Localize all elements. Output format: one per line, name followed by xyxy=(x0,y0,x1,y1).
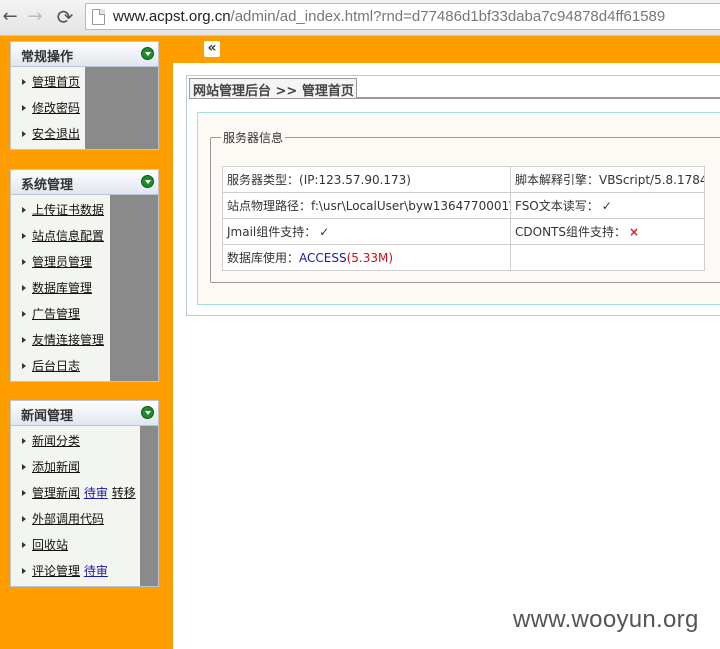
table-row: Jmail组件支持： ✓ CDONTS组件支持： × xyxy=(222,218,705,245)
page-icon xyxy=(92,9,105,25)
table-row: 数据库使用：ACCESS(5.33M) xyxy=(222,244,705,271)
collapse-icon[interactable] xyxy=(141,175,154,188)
panel-body: 新闻分类 添加新闻 管理新闻 待审 转移 外部调用代码 回收站 评论管理 待审 xyxy=(10,426,159,587)
cross-icon: × xyxy=(629,225,640,239)
menu-item-ads: 广告管理 xyxy=(11,301,110,327)
menu-item-add-news: 添加新闻 xyxy=(11,454,140,480)
panel-body: 管理首页 修改密码 安全退出 xyxy=(10,67,159,150)
cell-label: CDONTS组件支持： xyxy=(515,225,626,239)
menu-link[interactable]: 友情连接管理 xyxy=(32,333,104,347)
menu-item-recycle-bin: 回收站 xyxy=(11,532,140,558)
back-arrow-icon[interactable]: ← xyxy=(0,6,20,28)
panel-news-management: 新闻管理 新闻分类 添加新闻 管理新闻 待审 转移 外部调用代码 回收站 评论管… xyxy=(10,400,159,587)
top-bar: « xyxy=(173,36,720,63)
menu-item-database: 数据库管理 xyxy=(11,275,110,301)
panel-menu: 上传证书数据 站点信息配置 管理员管理 数据库管理 广告管理 友情连接管理 后台… xyxy=(11,195,110,381)
table-cell: 站点物理路径：f:\usr\LocalUser\byw1364770001\ xyxy=(222,192,511,219)
server-info-legend: 服务器信息 xyxy=(221,129,286,146)
cell-label: 数据库使用： xyxy=(227,251,300,265)
menu-item-logout: 安全退出 xyxy=(11,121,85,147)
pending-link[interactable]: 待审 xyxy=(84,486,108,500)
menu-link[interactable]: 新闻分类 xyxy=(32,434,80,448)
panel-title: 系统管理 xyxy=(21,178,74,193)
panel-common-operations: 常规操作 管理首页 修改密码 安全退出 xyxy=(10,41,159,150)
menu-link[interactable]: 安全退出 xyxy=(32,127,80,141)
menu-link[interactable]: 评论管理 xyxy=(32,564,80,578)
left-sidebar: 常规操作 管理首页 修改密码 安全退出 系统管理 上传证书数据 站点信息配置 管… xyxy=(0,36,173,649)
menu-link[interactable]: 后台日志 xyxy=(32,359,80,373)
menu-link[interactable]: 管理首页 xyxy=(32,75,80,89)
check-icon: ✓ xyxy=(601,199,612,213)
forward-arrow-icon[interactable]: → xyxy=(25,6,45,28)
table-cell: FSO文本读写： ✓ xyxy=(510,192,705,219)
menu-link[interactable]: 管理新闻 xyxy=(32,486,80,500)
cell-label: 脚本解释引擎： xyxy=(515,173,600,187)
panel-header[interactable]: 新闻管理 xyxy=(10,400,159,426)
collapse-icon[interactable] xyxy=(141,406,154,419)
menu-link[interactable]: 回收站 xyxy=(32,538,68,552)
table-cell: Jmail组件支持： ✓ xyxy=(222,218,511,245)
cell-label: Jmail组件支持： xyxy=(227,225,317,239)
table-cell: 服务器类型：(IP:123.57.90.173) xyxy=(222,166,511,193)
menu-item-admin-home: 管理首页 xyxy=(11,69,85,95)
url-text[interactable]: www.acpst.org.cn/admin/ad_index.html?rnd… xyxy=(113,8,665,25)
url-path: /admin/ad_index.html?rnd=d77486d1bf33dab… xyxy=(230,8,666,25)
panel-title: 常规操作 xyxy=(21,50,74,65)
menu-item-change-password: 修改密码 xyxy=(11,95,85,121)
menu-item-external-code: 外部调用代码 xyxy=(11,506,140,532)
address-bar[interactable]: www.acpst.org.cn/admin/ad_index.html?rnd… xyxy=(85,3,720,30)
menu-item-logs: 后台日志 xyxy=(11,353,110,379)
cell-label: 站点物理路径： xyxy=(227,199,312,213)
table-row: 服务器类型：(IP:123.57.90.173) 脚本解释引擎：VBScript… xyxy=(222,166,705,193)
comment-pending-link[interactable]: 待审 xyxy=(84,564,108,578)
url-host: www.acpst.org.cn xyxy=(113,8,231,25)
panel-menu: 管理首页 修改密码 安全退出 xyxy=(11,67,85,149)
watermark-text: www.wooyun.org xyxy=(513,606,699,633)
collapse-sidebar-icon[interactable]: « xyxy=(204,41,220,57)
menu-item-upload-cert: 上传证书数据 xyxy=(11,197,110,223)
menu-item-site-config: 站点信息配置 xyxy=(11,223,110,249)
collapse-icon[interactable] xyxy=(141,47,154,60)
database-size: (5.33M) xyxy=(346,251,394,265)
menu-link[interactable]: 修改密码 xyxy=(32,101,80,115)
menu-link[interactable]: 数据库管理 xyxy=(32,281,92,295)
panel-menu: 新闻分类 添加新闻 管理新闻 待审 转移 外部调用代码 回收站 评论管理 待审 xyxy=(11,426,140,586)
breadcrumb[interactable]: 网站管理后台 >> 管理首页 xyxy=(189,78,357,99)
table-cell: CDONTS组件支持： × xyxy=(510,218,705,245)
cell-value: (IP:123.57.90.173) xyxy=(299,173,411,187)
table-cell: 脚本解释引擎：VBScript/5.8.17840 xyxy=(510,166,705,193)
panel-header[interactable]: 常规操作 xyxy=(10,41,159,67)
menu-link[interactable]: 外部调用代码 xyxy=(32,512,104,526)
panel-header[interactable]: 系统管理 xyxy=(10,169,159,195)
database-type: ACCESS xyxy=(299,251,347,265)
cell-value: f:\usr\LocalUser\byw1364770001\ xyxy=(311,199,511,213)
reload-icon[interactable]: ⟳ xyxy=(55,6,75,28)
menu-link[interactable]: 广告管理 xyxy=(32,307,80,321)
table-row: 站点物理路径：f:\usr\LocalUser\byw1364770001\ F… xyxy=(222,192,705,219)
server-info-table: 服务器类型：(IP:123.57.90.173) 脚本解释引擎：VBScript… xyxy=(222,166,705,271)
table-cell: 数据库使用：ACCESS(5.33M) xyxy=(222,244,511,271)
transfer-link[interactable]: 转移 xyxy=(112,486,136,500)
check-icon: ✓ xyxy=(319,225,330,239)
cell-value: VBScript/5.8.17840 xyxy=(599,173,705,187)
cell-label: 服务器类型： xyxy=(227,173,300,187)
menu-link[interactable]: 管理员管理 xyxy=(32,255,92,269)
menu-item-comments: 评论管理 待审 xyxy=(11,558,140,584)
menu-item-admin-management: 管理员管理 xyxy=(11,249,110,275)
menu-item-friend-links: 友情连接管理 xyxy=(11,327,110,353)
panel-body: 上传证书数据 站点信息配置 管理员管理 数据库管理 广告管理 友情连接管理 后台… xyxy=(10,195,159,382)
table-cell xyxy=(510,244,705,271)
browser-toolbar: ← → ⟳ www.acpst.org.cn/admin/ad_index.ht… xyxy=(0,0,720,36)
menu-link[interactable]: 添加新闻 xyxy=(32,460,80,474)
menu-item-news-category: 新闻分类 xyxy=(11,428,140,454)
menu-link[interactable]: 上传证书数据 xyxy=(32,203,104,217)
menu-item-manage-news: 管理新闻 待审 转移 xyxy=(11,480,140,506)
cell-label: FSO文本读写： xyxy=(515,199,599,213)
menu-link[interactable]: 站点信息配置 xyxy=(32,229,104,243)
panel-title: 新闻管理 xyxy=(21,409,74,424)
panel-system-management: 系统管理 上传证书数据 站点信息配置 管理员管理 数据库管理 广告管理 友情连接… xyxy=(10,169,159,382)
